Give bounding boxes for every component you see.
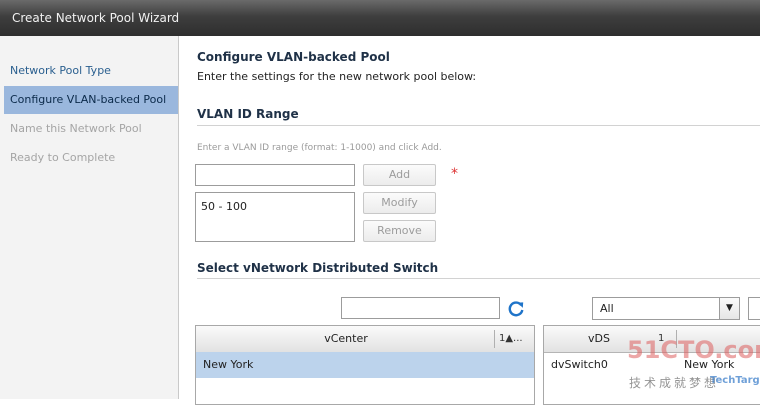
search-input[interactable] (341, 297, 500, 319)
cell-vcenter: New York (203, 358, 254, 371)
remove-button[interactable]: Remove (363, 220, 436, 242)
add-button[interactable]: Add (363, 164, 436, 186)
vcenter-grid[interactable]: vCenter 1▲... New York (195, 325, 535, 405)
vlan-range-hint: Enter a VLAN ID range (format: 1-1000) a… (197, 143, 442, 153)
vlan-range-list[interactable]: 50 - 100 (195, 192, 355, 242)
secondary-search-input[interactable] (748, 297, 760, 320)
vlan-section-divider (197, 125, 760, 126)
modify-button[interactable]: Modify (363, 192, 436, 214)
step-network-pool-type[interactable]: Network Pool Type (4, 57, 178, 85)
vds-section-title: Select vNetwork Distributed Switch (197, 261, 439, 275)
vlan-range-input[interactable] (195, 164, 355, 186)
required-marker: * (451, 166, 458, 182)
vlan-section-title: VLAN ID Range (197, 107, 299, 121)
step-name-this-network-pool: Name this Network Pool (10, 122, 142, 135)
watermark-tagline: 技术成就梦想 (629, 376, 720, 390)
window-title: Create Network Pool Wizard (0, 0, 760, 36)
column-header-vcenter[interactable]: vCenter (196, 326, 496, 352)
vds-section-divider (197, 278, 760, 279)
sort-indicator[interactable]: 1▲... (499, 326, 523, 352)
cell-vds: dvSwitch0 (551, 358, 608, 371)
column-separator (494, 330, 495, 348)
filter-selected-value: All (600, 302, 614, 315)
page-intro: Enter the settings for the new network p… (197, 70, 477, 83)
table-row[interactable]: New York (196, 352, 534, 378)
vcenter-grid-header: vCenter 1▲... (196, 326, 534, 353)
step-ready-to-complete: Ready to Complete (10, 151, 116, 164)
refresh-icon[interactable] (507, 300, 525, 318)
wizard-steps-sidebar: Network Pool Type Configure VLAN-backed … (0, 36, 179, 399)
watermark-brand: TechTarget (710, 375, 760, 386)
watermark-logo: 51CTO.com (627, 336, 760, 364)
page-title: Configure VLAN-backed Pool (197, 50, 390, 64)
step-configure-vlan-backed-pool[interactable]: Configure VLAN-backed Pool (4, 86, 178, 114)
filter-dropdown[interactable]: All ▼ (592, 297, 740, 320)
list-item[interactable]: 50 - 100 (201, 200, 247, 213)
chevron-down-icon[interactable]: ▼ (719, 298, 739, 319)
